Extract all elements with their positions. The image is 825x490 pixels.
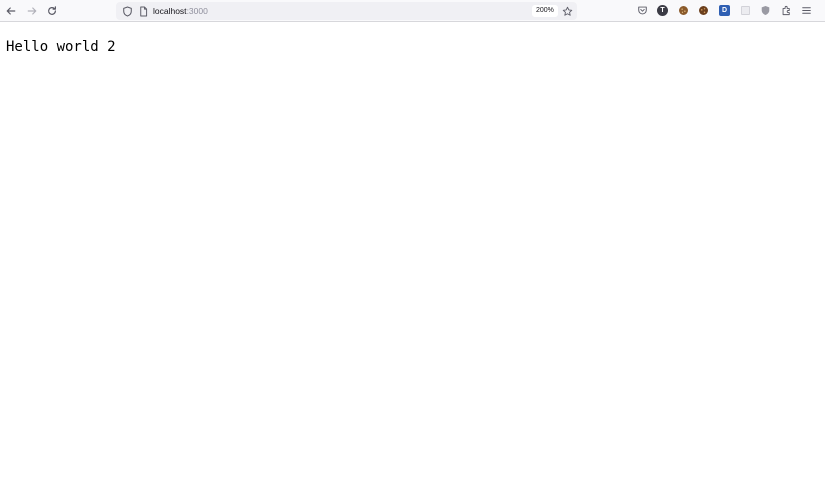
extension-d-icon[interactable]: D [719,5,730,16]
reload-icon [48,6,56,15]
page-icon[interactable] [137,5,149,17]
extension-t-icon[interactable]: T [657,5,668,16]
hamburger-menu-icon[interactable] [801,5,812,16]
puzzle-icon[interactable] [781,5,792,16]
back-button[interactable] [3,3,19,19]
page-content-text: Hello world 2 [6,39,116,55]
pocket-icon[interactable] [637,5,648,16]
extension-blank-icon[interactable] [740,5,751,16]
shield-extension-icon[interactable] [760,5,771,16]
forward-button[interactable] [24,3,40,19]
browser-toolbar: localhost:3000 200% T D [0,0,825,22]
url-host: localhost [153,6,187,16]
url-bar[interactable]: localhost:3000 200% [116,2,577,20]
reload-button[interactable] [44,3,60,19]
arrow-left-icon [6,7,16,15]
url-port: :3000 [186,6,208,16]
shield-icon[interactable] [121,5,133,17]
cookie-icon[interactable] [678,5,689,16]
cookie-alt-icon[interactable] [698,5,709,16]
url-text[interactable]: localhost:3000 [153,5,208,17]
arrow-right-icon [27,7,37,15]
zoom-level-badge[interactable]: 200% [532,5,558,17]
bookmark-star-icon[interactable] [561,5,573,17]
